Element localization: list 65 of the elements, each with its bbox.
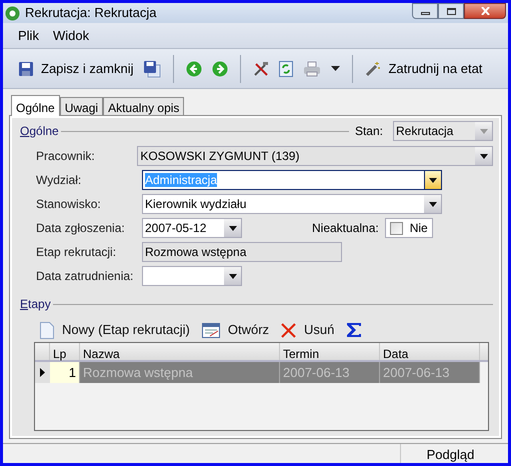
caret-icon — [429, 178, 437, 182]
checkbox[interactable] — [390, 222, 403, 234]
toolbar-button[interactable]: Zapisz i zamknij — [18, 58, 134, 78]
dropdown-button[interactable] — [424, 195, 441, 213]
status-text: Podgląd — [400, 444, 500, 463]
caret-icon — [428, 202, 436, 206]
menu-item[interactable]: Widok — [52, 26, 90, 46]
wand-icon — [365, 60, 382, 76]
section-title: Etapy — [20, 296, 51, 313]
tools-icon[interactable] — [253, 60, 270, 76]
field-label: Etap rekrutacji: — [35, 244, 118, 261]
caret-icon — [480, 154, 488, 158]
app-icon — [5, 6, 20, 20]
field-label: Wydział: — [35, 172, 82, 189]
action-button[interactable]: Nowy (Etap rekrutacji) — [40, 320, 190, 340]
dropdown-button[interactable] — [224, 267, 241, 285]
field-label: Data zatrudnienia: — [35, 268, 134, 285]
text-field[interactable]: Rozmowa wstępna — [142, 242, 342, 262]
field-label: Stan: — [354, 123, 383, 140]
refresh-icon[interactable] — [279, 60, 294, 76]
table-cell: 1 — [50, 362, 80, 383]
field-label: Nieaktualna: — [312, 220, 379, 237]
close-button[interactable] — [464, 3, 506, 19]
column-header[interactable]: Termin — [280, 343, 380, 360]
delete-icon — [281, 322, 296, 338]
checkbox-field[interactable]: Nie — [384, 218, 433, 238]
floppy-disk-icon[interactable] — [143, 60, 162, 78]
field-label: Pracownik: — [35, 148, 96, 165]
caret-icon[interactable] — [331, 66, 340, 71]
printer-icon[interactable] — [303, 60, 322, 76]
section-title: Ogólne — [20, 123, 59, 140]
form-icon — [202, 322, 220, 338]
caret-icon — [228, 226, 236, 230]
tab[interactable]: Ogólne — [11, 95, 60, 116]
dropdown-button[interactable] — [475, 147, 492, 165]
maximize-button[interactable] — [438, 3, 464, 19]
column-header[interactable]: Nazwa — [80, 343, 280, 360]
dropdown-button[interactable] — [224, 219, 241, 237]
table-cell: 2007-06-13 — [280, 362, 380, 383]
dropdown-field[interactable] — [142, 266, 242, 286]
tab[interactable]: Uwagi — [60, 97, 104, 115]
toolbar-button[interactable]: Zatrudnij na etat — [365, 58, 482, 78]
table-cell: 2007-06-13 — [380, 362, 480, 383]
action-button[interactable]: Otwórz — [202, 320, 270, 340]
minimize-button[interactable] — [412, 3, 438, 19]
action-button[interactable]: Usuń — [281, 320, 334, 340]
sum-icon[interactable] — [346, 322, 362, 338]
dropdown-field[interactable]: 2007-05-12 — [142, 218, 242, 238]
caret-icon — [480, 128, 488, 134]
tab[interactable]: Aktualny opis — [103, 97, 184, 115]
close-icon — [480, 7, 490, 15]
dropdown-button[interactable] — [424, 171, 441, 189]
dropdown-field[interactable]: Kierownik wydziału — [142, 194, 442, 214]
column-header[interactable]: Data — [380, 343, 480, 360]
table-row[interactable]: 1 Rozmowa wstępna 2007-06-13 2007-06-13 — [35, 362, 488, 383]
window-title: Rekrutacja: Rekrutacja — [25, 4, 156, 22]
caret-icon — [228, 274, 236, 278]
table-cell: Rozmowa wstępna — [80, 362, 280, 383]
dropdown-field[interactable]: KOSOWSKI ZYGMUNT (139) — [137, 146, 493, 166]
menu-item[interactable]: Plik — [18, 26, 39, 46]
column-header[interactable]: Lp — [50, 343, 80, 360]
new-document-icon — [40, 322, 54, 338]
field-label: Stanowisko: — [35, 196, 102, 213]
row-indicator-icon — [40, 368, 45, 377]
field-label: Data zgłoszenia: — [35, 220, 126, 237]
